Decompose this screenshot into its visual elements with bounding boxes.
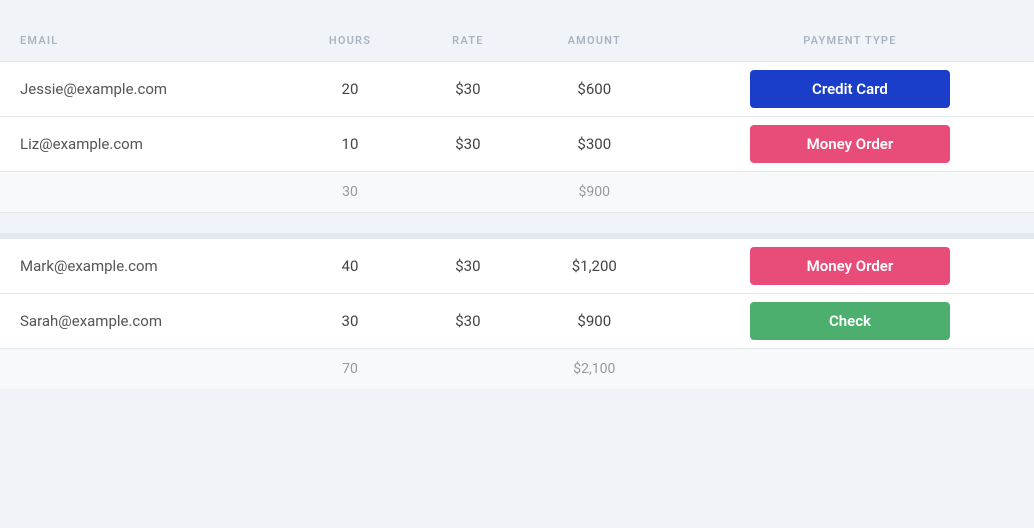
header-amount: AMOUNT [523,20,666,62]
subtotal-hours: 70 [287,349,413,390]
payment-badge: Money Order [750,247,950,285]
billing-table: EMAIL HOURS RATE AMOUNT PAYMENT TYPE Jes… [0,20,1034,389]
table-row: Sarah@example.com30$30$900 Check [0,294,1034,349]
cell-rate: $30 [413,117,523,172]
cell-hours: 40 [287,236,413,294]
cell-hours: 20 [287,62,413,117]
header-hours: HOURS [287,20,413,62]
subtotal-row: 70 $2,100 [0,349,1034,390]
header-email: EMAIL [0,20,287,62]
payment-badge: Check [750,302,950,340]
subtotal-amount: $2,100 [523,349,666,390]
subtotal-hours: 30 [287,172,413,213]
cell-rate: $30 [413,62,523,117]
payment-badge: Credit Card [750,70,950,108]
cell-email: Liz@example.com [0,117,287,172]
cell-rate: $30 [413,236,523,294]
cell-amount: $900 [523,294,666,349]
table-row: Liz@example.com10$30$300 Money Order [0,117,1034,172]
subtotal-row: 30 $900 [0,172,1034,213]
subtotal-empty-payment [666,172,1034,213]
table-row: Jessie@example.com20$30$600 Credit Card [0,62,1034,117]
cell-rate: $30 [413,294,523,349]
cell-email: Sarah@example.com [0,294,287,349]
cell-payment-type[interactable]: Money Order [666,117,1034,172]
table-header-row: EMAIL HOURS RATE AMOUNT PAYMENT TYPE [0,20,1034,62]
subtotal-empty-email [0,172,287,213]
subtotal-empty-email [0,349,287,390]
header-rate: RATE [413,20,523,62]
cell-email: Jessie@example.com [0,62,287,117]
cell-hours: 30 [287,294,413,349]
cell-payment-type[interactable]: Check [666,294,1034,349]
header-payment-type: PAYMENT TYPE [666,20,1034,62]
subtotal-empty-rate [413,172,523,213]
spacer-row [0,213,1034,237]
cell-payment-type[interactable]: Money Order [666,236,1034,294]
cell-payment-type[interactable]: Credit Card [666,62,1034,117]
cell-amount: $300 [523,117,666,172]
subtotal-empty-payment [666,349,1034,390]
cell-amount: $1,200 [523,236,666,294]
cell-email: Mark@example.com [0,236,287,294]
payment-badge: Money Order [750,125,950,163]
main-table-container: EMAIL HOURS RATE AMOUNT PAYMENT TYPE Jes… [0,20,1034,389]
table-row: Mark@example.com40$30$1,200 Money Order [0,236,1034,294]
subtotal-amount: $900 [523,172,666,213]
subtotal-empty-rate [413,349,523,390]
cell-amount: $600 [523,62,666,117]
cell-hours: 10 [287,117,413,172]
